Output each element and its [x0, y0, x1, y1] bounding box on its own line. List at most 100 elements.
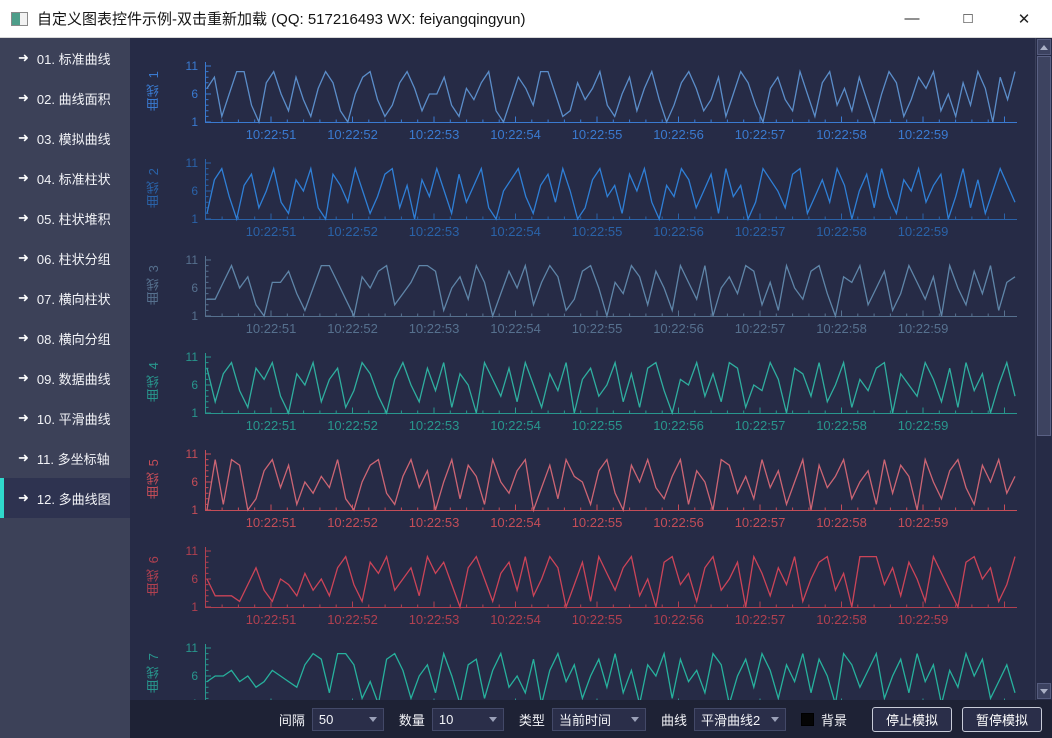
title-bar: 自定义图表控件示例-双击重新加载 (QQ: 517216493 WX: feiy… [0, 0, 1052, 38]
y-axis-tick-label: 1 [170, 600, 198, 614]
sidebar-item-label: 09. 数据曲线 [37, 369, 111, 388]
line-chart [205, 448, 1017, 514]
minimize-button[interactable]: — [884, 0, 940, 37]
sidebar-item-label: 08. 横向分组 [37, 329, 111, 348]
curve-name-label: 曲线 1 [144, 60, 163, 122]
sidebar-item-8[interactable]: ➜ 08. 横向分组 [0, 318, 130, 358]
x-axis-tick-label: 10:22:52 [327, 127, 378, 142]
triangle-down-icon [1040, 689, 1048, 694]
x-axis-tick-label: 10:22:56 [653, 224, 704, 239]
x-axis-tick-label: 10:22:53 [409, 515, 460, 530]
sidebar-item-label: 07. 横向柱状 [37, 289, 111, 308]
x-axis-labels: 10:22:5110:22:5210:22:5310:22:5410:22:55… [205, 515, 1017, 532]
x-axis-tick-label: 10:22:59 [898, 321, 949, 336]
sidebar-item-7[interactable]: ➜07. 横向柱状 [0, 278, 130, 318]
type-select[interactable]: 当前时间 [552, 708, 646, 731]
chevron-down-icon [489, 717, 497, 722]
sidebar-item-4[interactable]: ➜04. 标准柱状 [0, 158, 130, 198]
x-axis-tick-label: 10:22:55 [572, 418, 623, 433]
y-axis-tick-label: 6 [170, 669, 198, 683]
x-axis-tick-label: 10:22:53 [409, 418, 460, 433]
sidebar-item-label: 06. 柱状分组 [37, 249, 111, 268]
x-axis-tick-label: 10:22:58 [816, 224, 867, 239]
line-chart [205, 60, 1017, 126]
x-axis-tick-label: 10:22:51 [246, 418, 297, 433]
count-select[interactable]: 10 [432, 708, 504, 731]
type-label: 类型 [519, 710, 545, 729]
scrollbar-thumb[interactable] [1037, 56, 1051, 436]
chart-axes [205, 353, 1017, 414]
sidebar-item-label: 10. 平滑曲线 [37, 409, 111, 428]
y-axis-tick-label: 11 [170, 544, 198, 558]
scrollbar-down-button[interactable] [1037, 683, 1051, 699]
x-axis-tick-label: 10:22:58 [816, 612, 867, 627]
curve-name-label: 曲线 6 [144, 545, 163, 607]
sidebar-item-label: 05. 柱状堆积 [37, 209, 111, 228]
x-axis-tick-label: 10:22:55 [572, 515, 623, 530]
chart-row-1: 曲线 1116110:22:5110:22:5210:22:5310:22:54… [130, 54, 1035, 151]
x-axis-tick-label: 10:22:58 [816, 418, 867, 433]
x-axis-tick-label: 10:22:55 [572, 127, 623, 142]
interval-select[interactable]: 50 [312, 708, 384, 731]
interval-label: 间隔 [279, 710, 305, 729]
vertical-scrollbar[interactable] [1035, 38, 1052, 700]
x-axis-tick-label: 10:22:54 [490, 612, 541, 627]
sidebar-item-1[interactable]: ➜01. 标准曲线 [0, 38, 130, 78]
x-axis-tick-label: 10:22:53 [409, 321, 460, 336]
sidebar-item-2[interactable]: ➜02. 曲线面积 [0, 78, 130, 118]
sidebar-item-3[interactable]: ➜03. 模拟曲线 [0, 118, 130, 158]
x-axis-tick-label: 10:22:57 [735, 612, 786, 627]
sidebar-item-5[interactable]: ➜05. 柱状堆积 [0, 198, 130, 238]
sidebar-item-12[interactable]: ➜12. 多曲线图 [0, 478, 130, 518]
arrow-icon: ➜ [18, 250, 29, 266]
x-axis-tick-label: 10:22:58 [816, 127, 867, 142]
close-button[interactable]: ✕ [996, 0, 1052, 37]
y-axis-tick-label: 1 [170, 309, 198, 323]
x-axis-labels: 10:22:5110:22:5210:22:5310:22:5410:22:55… [205, 224, 1017, 241]
sidebar-item-label: 03. 模拟曲线 [37, 129, 111, 148]
x-axis-tick-label: 10:22:52 [327, 612, 378, 627]
charts-area: 曲线 1 11 6 1 10:22:51 10:22:52 10:22:53 10:22:54… [130, 38, 1035, 700]
x-axis-labels: 10:22:5110:22:5210:22:5310:22:5410:22:55… [205, 612, 1017, 629]
sidebar-item-9[interactable]: ➜ 09. 数据曲线 [0, 358, 130, 398]
y-axis-tick-label: 6 [170, 87, 198, 101]
y-axis-tick-label: 11 [170, 350, 198, 364]
x-axis-tick-label: 10:22:53 [409, 224, 460, 239]
arrow-icon: ➜ [18, 370, 29, 386]
arrow-icon: ➜ [18, 50, 29, 66]
y-axis-tick-label: 11 [170, 156, 198, 170]
maximize-button[interactable]: □ [940, 0, 996, 37]
sidebar-item-6[interactable]: ➜ 06. 柱状分组 [0, 238, 130, 278]
sidebar-item-11[interactable]: ➜11. 多坐标轴 [0, 438, 130, 478]
x-axis-labels: 10:22:5110:22:5210:22:5310:22:5410:22:55… [205, 127, 1017, 144]
arrow-icon: ➜ [18, 330, 29, 346]
x-axis-tick-label: 10:22:51 [246, 515, 297, 530]
x-axis-tick-label: 10:22:55 [572, 321, 623, 336]
data-line [207, 557, 1015, 607]
curve-name-label: 曲线 5 [144, 448, 163, 510]
x-axis-tick-label: 10:22:57 [735, 418, 786, 433]
x-axis-tick-label: 10:22:54 [490, 224, 541, 239]
chart-axes [205, 62, 1017, 123]
triangle-up-icon [1040, 45, 1048, 50]
background-checkbox[interactable] [801, 713, 814, 726]
x-axis-tick-label: 10:22:53 [409, 127, 460, 142]
x-axis-tick-label: 10:22:56 [653, 612, 704, 627]
data-line [207, 266, 1015, 316]
scrollbar-up-button[interactable] [1037, 39, 1051, 55]
data-line [207, 169, 1015, 219]
sidebar-item-10[interactable]: ➜10. 平滑曲线 [0, 398, 130, 438]
sidebar-item-label: 11. 多坐标轴 [37, 449, 110, 468]
x-axis-tick-label: 10:22:58 [816, 321, 867, 336]
main-content: 曲线 1116110:22:5110:22:5210:22:5310:22:54… [130, 38, 1052, 738]
x-axis-tick-label: 10:22:54 [490, 515, 541, 530]
x-axis-tick-label: 10:22:55 [572, 612, 623, 627]
x-axis-tick-label: 10:22:59 [898, 127, 949, 142]
sidebar-item-label: 02. 曲线面积 [37, 89, 111, 108]
curve-select[interactable]: 平滑曲线2 [694, 708, 786, 731]
app-window: 自定义图表控件示例-双击重新加载 (QQ: 517216493 WX: feiy… [0, 0, 1052, 738]
curve-label: 曲线 [661, 710, 687, 729]
stop-simulation-button[interactable]: 停止模拟 [872, 707, 952, 732]
pause-simulation-button[interactable]: 暂停模拟 [962, 707, 1042, 732]
y-axis-tick-label: 11 [170, 641, 198, 655]
